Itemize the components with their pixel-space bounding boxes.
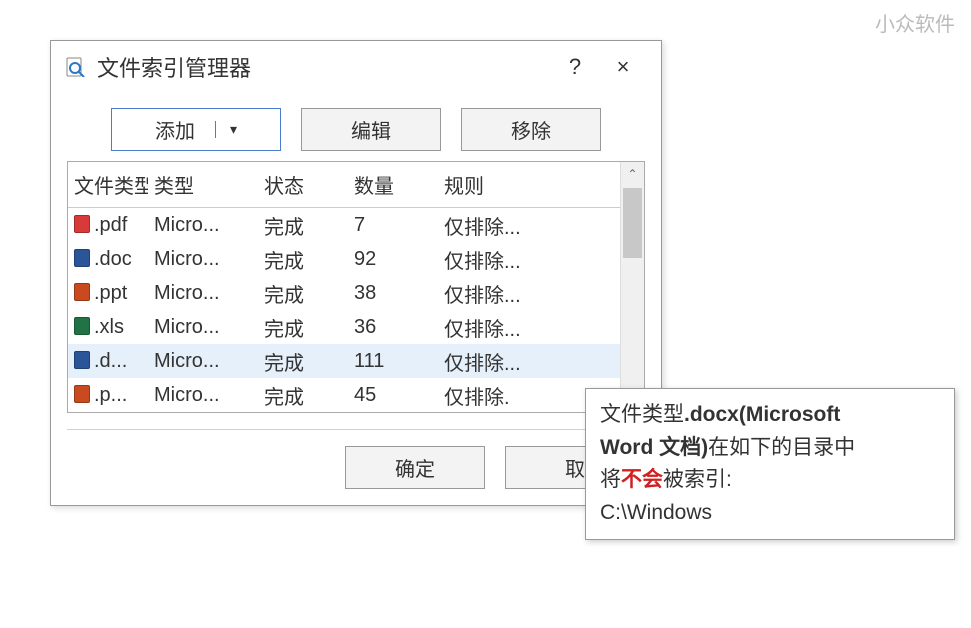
- filetype-icon: [74, 283, 90, 301]
- close-button[interactable]: ×: [599, 54, 647, 80]
- cell-rule: 仅排除...: [438, 343, 620, 380]
- table-row[interactable]: .p...Micro...完成45仅排除.: [68, 378, 620, 412]
- cell-status: 完成: [258, 343, 348, 380]
- tooltip-filetype: .docx(Microsoft: [684, 403, 840, 426]
- cell-filetype: .d...: [68, 346, 148, 377]
- table-row[interactable]: .ppt Micro...完成38仅排除...: [68, 276, 620, 310]
- vertical-scrollbar[interactable]: ⌃: [620, 162, 644, 412]
- filetype-icon: [74, 351, 90, 369]
- cell-filetype: .doc: [68, 244, 148, 275]
- watermark-text: 小众软件: [875, 8, 955, 37]
- cell-type: Micro...: [148, 244, 258, 275]
- tooltip-text: 在如下的目录中: [708, 436, 855, 459]
- cell-rule: 仅排除...: [438, 207, 620, 244]
- ext-text: .d...: [94, 350, 127, 372]
- scroll-up-icon[interactable]: ⌃: [621, 162, 644, 186]
- table-row[interactable]: .doc Micro...完成92仅排除...: [68, 242, 620, 276]
- add-button-label: 添加: [155, 115, 195, 144]
- cell-type: Micro...: [148, 312, 258, 343]
- cell-status: 完成: [258, 241, 348, 278]
- cell-qty: 7: [348, 210, 438, 241]
- table-row[interactable]: .pdf Micro...完成7仅排除...: [68, 208, 620, 242]
- cell-qty: 36: [348, 312, 438, 343]
- cell-rule: 仅排除...: [438, 241, 620, 278]
- header-type[interactable]: 类型: [148, 162, 258, 207]
- tooltip-text: 被索引:: [663, 468, 732, 491]
- dialog-title: 文件索引管理器: [97, 51, 251, 83]
- edit-button[interactable]: 编辑: [301, 108, 441, 151]
- header-filetype[interactable]: 文件类型: [68, 162, 148, 207]
- remove-button[interactable]: 移除: [461, 108, 601, 151]
- cell-filetype: .p...: [68, 380, 148, 411]
- header-qty[interactable]: 数量: [348, 162, 438, 207]
- dialog-footer: 确定 取: [51, 430, 661, 505]
- tooltip-text: 将: [600, 468, 621, 491]
- cell-type: Micro...: [148, 210, 258, 241]
- cell-type: Micro...: [148, 380, 258, 411]
- cell-filetype: .ppt: [68, 278, 148, 309]
- cell-qty: 111: [348, 346, 438, 377]
- cell-status: 完成: [258, 309, 348, 346]
- cell-qty: 38: [348, 278, 438, 309]
- help-button[interactable]: ?: [551, 54, 599, 80]
- cell-rule: 仅排除...: [438, 309, 620, 346]
- cell-status: 完成: [258, 207, 348, 244]
- ext-text: .xls: [94, 316, 124, 338]
- magnifier-icon: [65, 56, 87, 78]
- filetype-icon: [74, 249, 90, 267]
- scroll-thumb[interactable]: [623, 188, 642, 258]
- tooltip-filetype-cont: Word 文档): [600, 436, 708, 459]
- cell-qty: 92: [348, 244, 438, 275]
- filetype-icon: [74, 215, 90, 233]
- ext-text: .doc: [94, 248, 132, 270]
- cell-rule: 仅排除...: [438, 275, 620, 312]
- header-status[interactable]: 状态: [258, 162, 348, 207]
- titlebar: 文件索引管理器 ? ×: [51, 41, 661, 94]
- table-row[interactable]: .xls Micro...完成36仅排除...: [68, 310, 620, 344]
- ext-text: .pdf: [94, 214, 127, 236]
- ext-text: .p...: [94, 384, 127, 406]
- rule-tooltip: 文件类型.docx(Microsoft Word 文档)在如下的目录中 将不会被…: [585, 388, 955, 540]
- add-button[interactable]: 添加 ▾: [111, 108, 281, 151]
- ext-text: .ppt: [94, 282, 127, 304]
- table-row[interactable]: .d... Micro...完成111仅排除...: [68, 344, 620, 378]
- header-rule[interactable]: 规则: [438, 162, 620, 207]
- cell-filetype: .pdf: [68, 210, 148, 241]
- toolbar: 添加 ▾ 编辑 移除: [51, 94, 661, 161]
- filetype-icon: [74, 385, 90, 403]
- cell-status: 完成: [258, 275, 348, 312]
- tooltip-path: C:\Windows: [600, 501, 712, 524]
- cell-filetype: .xls: [68, 312, 148, 343]
- table-header: 文件类型 类型 状态 数量 规则: [68, 162, 620, 208]
- tooltip-notword: 不会: [621, 468, 663, 491]
- ok-button[interactable]: 确定: [345, 446, 485, 489]
- tooltip-text: 文件类型: [600, 403, 684, 426]
- file-type-table: 文件类型 类型 状态 数量 规则 .pdfMicro...完成7仅排除....d…: [67, 161, 645, 413]
- cell-status: 完成: [258, 377, 348, 414]
- file-index-manager-dialog: 文件索引管理器 ? × 添加 ▾ 编辑 移除 文件类型 类型 状态 数量 规则 …: [50, 40, 662, 506]
- cell-qty: 45: [348, 380, 438, 411]
- chevron-down-icon: ▾: [215, 121, 237, 138]
- filetype-icon: [74, 317, 90, 335]
- cell-type: Micro...: [148, 346, 258, 377]
- cell-type: Micro...: [148, 278, 258, 309]
